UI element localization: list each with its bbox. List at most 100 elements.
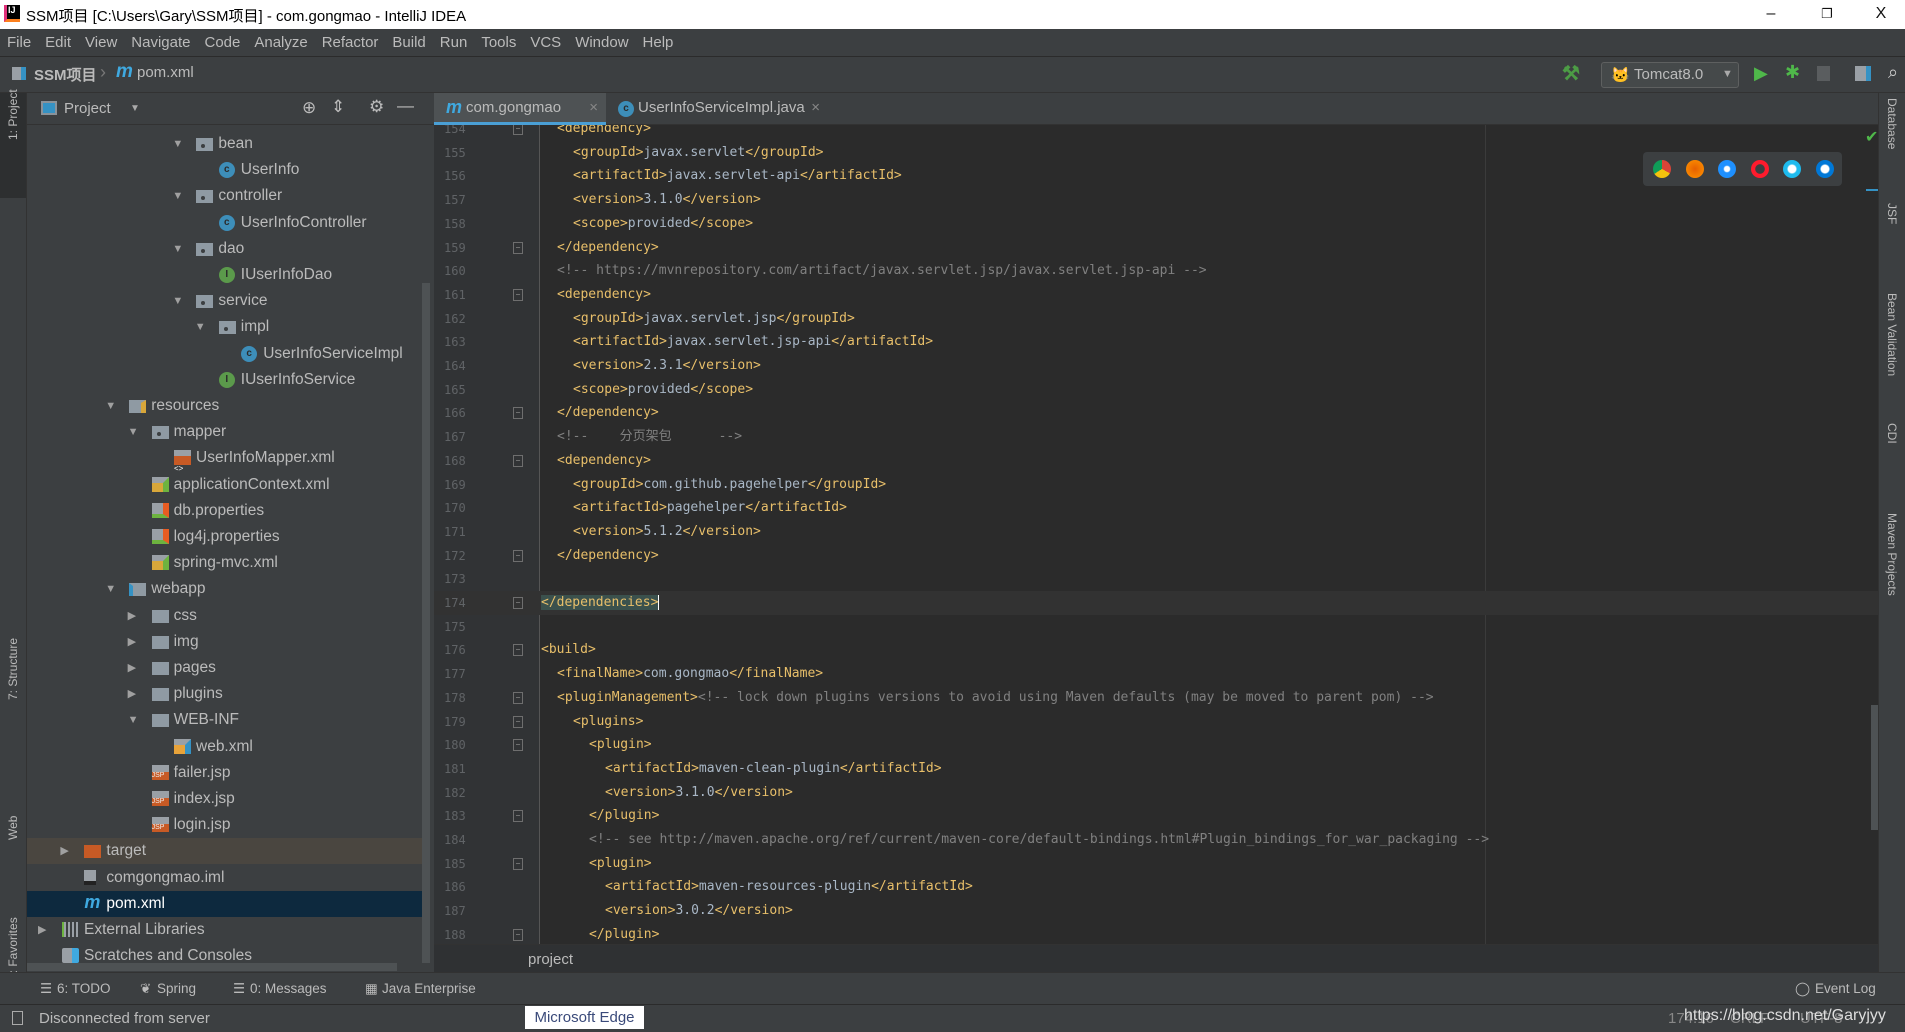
- debug-bug-icon[interactable]: ✱: [1785, 62, 1800, 83]
- tree-item-impl[interactable]: ▼ impl: [27, 314, 427, 340]
- tree-item-login-jsp[interactable]: JSP login.jsp: [27, 812, 427, 838]
- menu-window[interactable]: Window: [568, 29, 635, 56]
- tree-item-service[interactable]: ▼ service: [27, 288, 427, 314]
- fold-open-icon[interactable]: −: [513, 454, 523, 467]
- collapsed-arrow-icon[interactable]: ▶: [128, 655, 136, 681]
- left-tool-1-project[interactable]: 1: Project: [6, 89, 20, 140]
- expanded-arrow-icon[interactable]: ▼: [105, 576, 116, 602]
- expanded-arrow-icon[interactable]: ▼: [128, 707, 139, 733]
- search-icon[interactable]: ⌕: [1888, 62, 1898, 83]
- menu-run[interactable]: Run: [433, 29, 475, 56]
- fold-close-icon[interactable]: −: [513, 810, 523, 823]
- right-tool-database[interactable]: Database: [1885, 98, 1899, 149]
- internet-explorer-icon[interactable]: [1783, 160, 1801, 178]
- tree-item-css[interactable]: ▶ css: [27, 603, 427, 629]
- tree-item-resources[interactable]: ▼ resources: [27, 393, 427, 419]
- event-log-button[interactable]: Event Log: [1815, 981, 1876, 996]
- expanded-arrow-icon[interactable]: ▼: [172, 236, 183, 262]
- tool-java-enterprise[interactable]: Java Enterprise: [382, 981, 476, 996]
- right-tool-jsf[interactable]: JSF: [1885, 203, 1899, 224]
- close-button[interactable]: X: [1858, 2, 1904, 26]
- expanded-arrow-icon[interactable]: ▼: [172, 131, 183, 157]
- tool-6-todo[interactable]: 6: TODO: [57, 981, 111, 996]
- tree-item-bean[interactable]: ▼ bean: [27, 131, 427, 157]
- tree-item-pages[interactable]: ▶ pages: [27, 655, 427, 681]
- left-tool-7-structure[interactable]: 7: Structure: [6, 638, 20, 700]
- breadcrumb-project[interactable]: project: [528, 951, 573, 968]
- edge-icon[interactable]: [1815, 160, 1834, 178]
- tree-item-comgongmao-iml[interactable]: comgongmao.iml: [27, 865, 427, 891]
- menu-analyze[interactable]: Analyze: [247, 29, 314, 56]
- tree-item-userinfo[interactable]: c UserInfo: [27, 157, 427, 183]
- tree-item-web-xml[interactable]: web.xml: [27, 734, 427, 760]
- tree-scrollbar[interactable]: [422, 283, 430, 963]
- left-tool-web[interactable]: Web: [6, 816, 20, 840]
- chrome-icon[interactable]: [1653, 160, 1671, 178]
- tree-item-pom-xml[interactable]: m pom.xml: [27, 890, 427, 917]
- build-hammer-icon[interactable]: ⚒: [1562, 61, 1580, 86]
- stop-icon[interactable]: [1817, 66, 1830, 81]
- menu-navigate[interactable]: Navigate: [124, 29, 197, 56]
- safari-icon[interactable]: [1718, 160, 1736, 178]
- fold-close-icon[interactable]: −: [513, 928, 523, 941]
- tree-item-dao[interactable]: ▼ dao: [27, 236, 427, 262]
- fold-close-icon[interactable]: −: [513, 597, 523, 610]
- expanded-arrow-icon[interactable]: ▼: [105, 393, 116, 419]
- close-tab-icon[interactable]: ×: [589, 93, 598, 123]
- menu-refactor[interactable]: Refactor: [315, 29, 386, 56]
- fold-open-icon[interactable]: −: [513, 125, 523, 136]
- tree-item-controller[interactable]: ▼ controller: [27, 183, 427, 209]
- minimize-button[interactable]: –: [1748, 2, 1794, 26]
- menu-file[interactable]: File: [0, 29, 38, 56]
- nav-project[interactable]: SSM项目: [34, 64, 97, 85]
- tab-com-gongmao[interactable]: m com.gongmao ×: [434, 93, 606, 125]
- fold-open-icon[interactable]: −: [513, 644, 523, 657]
- fold-open-icon[interactable]: −: [513, 288, 523, 301]
- fold-open-icon[interactable]: −: [513, 715, 523, 728]
- right-tool-maven-projects[interactable]: Maven Projects: [1885, 513, 1899, 596]
- tree-item-spring-mvc-xml[interactable]: spring-mvc.xml: [27, 550, 427, 576]
- fold-open-icon[interactable]: −: [513, 691, 523, 704]
- fold-open-icon[interactable]: −: [513, 739, 523, 752]
- collapsed-arrow-icon[interactable]: ▶: [60, 838, 68, 864]
- run-icon[interactable]: ▶: [1754, 63, 1768, 84]
- tool-spring[interactable]: Spring: [157, 981, 196, 996]
- collapsed-arrow-icon[interactable]: ▶: [128, 681, 136, 707]
- run-configuration-select[interactable]: 🐱 Tomcat8.0 ▼: [1601, 62, 1739, 88]
- opera-icon[interactable]: [1750, 160, 1769, 178]
- tree-item-userinfocontroller[interactable]: c UserInfoController: [27, 210, 427, 236]
- tree-item-iuserinfodao[interactable]: I IUserInfoDao: [27, 262, 427, 288]
- right-tool-cdi[interactable]: CDI: [1885, 423, 1899, 444]
- left-tool-2-favorites[interactable]: 2: Favorites: [6, 917, 20, 980]
- menu-code[interactable]: Code: [197, 29, 247, 56]
- tree-item-img[interactable]: ▶ img: [27, 629, 427, 655]
- menu-tools[interactable]: Tools: [474, 29, 523, 56]
- fold-open-icon[interactable]: −: [513, 857, 523, 870]
- restore-button[interactable]: ❐: [1804, 2, 1850, 26]
- tree-item-userinfomapper-xml[interactable]: <> UserInfoMapper.xml: [27, 445, 427, 473]
- tree-item-index-jsp[interactable]: JSP index.jsp: [27, 786, 427, 812]
- code-editor[interactable]: 154− <dependency> 155 <groupId>javax.servle…: [434, 125, 1878, 944]
- right-tool-bean-validation[interactable]: Bean Validation: [1885, 293, 1899, 376]
- menu-build[interactable]: Build: [385, 29, 432, 56]
- tree-item-mapper[interactable]: ▼ mapper: [27, 419, 427, 445]
- tree-item-db-properties[interactable]: db.properties: [27, 498, 427, 524]
- close-tab-icon[interactable]: ×: [811, 93, 820, 123]
- nav-file[interactable]: pom.xml: [137, 64, 194, 81]
- expanded-arrow-icon[interactable]: ▼: [195, 314, 206, 340]
- expanded-arrow-icon[interactable]: ▼: [172, 288, 183, 314]
- tree-item-userinfoserviceimpl[interactable]: c UserInfoServiceImpl: [27, 341, 427, 367]
- tab-userinfoserviceimpl-java[interactable]: c UserInfoServiceImpl.java ×: [606, 93, 828, 125]
- tree-item-applicationcontext-xml[interactable]: applicationContext.xml: [27, 472, 427, 498]
- menu-view[interactable]: View: [78, 29, 124, 56]
- editor-scrollbar[interactable]: [1871, 705, 1878, 830]
- tree-item-iuserinfoservice[interactable]: I IUserInfoService: [27, 367, 427, 393]
- collapsed-arrow-icon[interactable]: ▶: [128, 629, 136, 655]
- tree-item-webapp[interactable]: ▼ webapp: [27, 576, 427, 602]
- fold-close-icon[interactable]: −: [513, 549, 523, 562]
- tool-0-messages[interactable]: 0: Messages: [250, 981, 327, 996]
- fold-close-icon[interactable]: −: [513, 407, 523, 420]
- expanded-arrow-icon[interactable]: ▼: [128, 419, 139, 445]
- tree-item-failer-jsp[interactable]: JSP failer.jsp: [27, 760, 427, 786]
- tree-item-target[interactable]: ▶ target: [27, 838, 427, 865]
